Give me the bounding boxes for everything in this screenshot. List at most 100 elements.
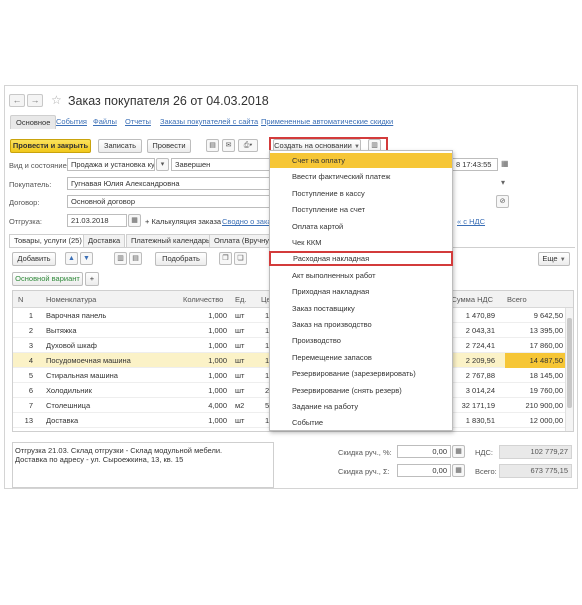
vat-total-value: 102 779,27: [499, 445, 572, 459]
menu-item[interactable]: Чек ККМ: [270, 235, 452, 250]
main-variant-button[interactable]: Основной вариант: [12, 272, 83, 286]
buyer-field[interactable]: Гугнавая Юлия Александровна: [67, 177, 271, 190]
fill-icon[interactable]: ▤: [129, 252, 142, 265]
cell-name: Холодильник: [46, 386, 92, 395]
calculator-icon[interactable]: ▦: [452, 445, 465, 458]
back-button[interactable]: ←: [9, 94, 25, 107]
barcode-icon[interactable]: ▥: [114, 252, 127, 265]
cell-total: 12 000,00: [529, 416, 563, 425]
print-preview-icon[interactable]: ▤: [206, 139, 219, 152]
post-button[interactable]: Провести: [147, 139, 191, 153]
tab-main[interactable]: Основное: [10, 115, 57, 129]
cell-n: 1: [28, 311, 33, 320]
menu-item[interactable]: Поступление в кассу: [270, 186, 452, 201]
menu-item[interactable]: Расходная накладная: [269, 251, 453, 267]
vat-total-label: НДС:: [475, 448, 493, 457]
buyer-label: Покупатель:: [9, 180, 52, 189]
cell-vat: 2 724,41: [465, 341, 495, 350]
cell-vat: 1 830,51: [465, 416, 495, 425]
table-scrollbar[interactable]: [565, 308, 573, 431]
add-variant-button[interactable]: +: [85, 272, 99, 286]
menu-item[interactable]: Заказ на производство: [270, 317, 452, 332]
contract-field[interactable]: Основной договор: [67, 195, 271, 208]
cell-qty: 1,000: [208, 416, 227, 425]
link-reports[interactable]: Отчеты: [125, 117, 151, 126]
tab-payment-calendar[interactable]: Платежный календарь: [126, 234, 215, 247]
menu-item[interactable]: Резервирование (зарезервировать): [270, 366, 452, 381]
document-title: Заказ покупателя 26 от 04.03.2018: [68, 94, 269, 108]
cell-vat: 2 767,88: [465, 371, 495, 380]
shipping-date-field[interactable]: 21.03.2018: [67, 214, 127, 227]
save-button[interactable]: Записать: [98, 139, 142, 153]
scrollbar-thumb[interactable]: [567, 318, 572, 408]
arrow-down-icon[interactable]: ▼: [80, 252, 93, 265]
print-icon[interactable]: ⎙▾: [238, 139, 258, 152]
more-label: Еще: [542, 254, 558, 263]
cell-vat: 32 171,19: [461, 401, 495, 410]
cell-qty: 1,000: [208, 311, 227, 320]
link-icon[interactable]: ⊘: [496, 195, 509, 208]
arrow-right-icon: →: [30, 95, 40, 105]
menu-item[interactable]: Резервирование (снять резерв): [270, 383, 452, 398]
tab-delivery[interactable]: Доставка: [83, 234, 126, 247]
link-events[interactable]: События: [56, 117, 87, 126]
calendar-icon[interactable]: ▦: [128, 214, 141, 227]
comment-field[interactable]: Отгрузка 21.03. Склад отгрузки - Склад м…: [12, 442, 274, 488]
chevron-down-icon[interactable]: ▾: [501, 178, 505, 187]
paste-icon[interactable]: ❏: [234, 252, 247, 265]
cell-unit: шт: [235, 311, 245, 320]
menu-item[interactable]: Заказ поставщику: [270, 301, 452, 316]
copy-icon[interactable]: ❐: [219, 252, 232, 265]
mail-icon[interactable]: ✉: [222, 139, 235, 152]
cell-qty: 1,000: [208, 341, 227, 350]
add-button[interactable]: Добавить: [12, 252, 56, 266]
forward-button[interactable]: →: [27, 94, 43, 107]
menu-item[interactable]: Акт выполненных работ: [270, 268, 452, 283]
datetime-field[interactable]: 8 17:43:55: [453, 158, 498, 171]
summary-link[interactable]: Сводно о заказ: [222, 217, 275, 226]
cell-total: 210 900,00: [525, 401, 563, 410]
cell-name: Доставка: [46, 416, 79, 425]
cell-unit: шт: [235, 356, 245, 365]
menu-item[interactable]: Производство: [270, 333, 452, 348]
grand-total-value: 673 775,15: [499, 464, 572, 478]
cell-n: 7: [28, 401, 33, 410]
cell-name: Посудомоечная машина: [46, 356, 131, 365]
menu-item[interactable]: Приходная накладная: [270, 284, 452, 299]
state-field[interactable]: Завершен: [171, 158, 271, 171]
cell-unit: м2: [235, 401, 245, 410]
kind-field[interactable]: Продажа и установка кух: [67, 158, 155, 171]
cell-total: 13 395,00: [529, 326, 563, 335]
more-button[interactable]: Еще ▼: [538, 252, 570, 266]
menu-item[interactable]: Перемещение запасов: [270, 350, 452, 365]
calendar-icon[interactable]: ▦: [501, 159, 509, 168]
link-files[interactable]: Файлы: [93, 117, 117, 126]
vat-link[interactable]: « с НДС: [457, 217, 485, 226]
menu-item[interactable]: Событие: [270, 415, 452, 430]
discount-pct-field[interactable]: 0,00: [397, 445, 451, 458]
chevron-down-icon: ▼: [559, 257, 566, 263]
tab-goods[interactable]: Товары, услуги (25): [9, 234, 87, 247]
menu-item[interactable]: Оплата картой: [270, 219, 452, 234]
cell-n: 4: [28, 356, 33, 365]
menu-item[interactable]: Ввести фактический платеж: [270, 169, 452, 184]
link-site-orders[interactable]: Заказы покупателей с сайта: [160, 117, 258, 126]
select-button[interactable]: Подобрать: [155, 252, 207, 266]
calculator-icon[interactable]: ▦: [452, 464, 465, 477]
post-and-close-button[interactable]: Провести и закрыть: [10, 139, 91, 153]
menu-item[interactable]: Задание на работу: [270, 399, 452, 414]
menu-item[interactable]: Поступление на счет: [270, 202, 452, 217]
cell-name: Стиральная машина: [46, 371, 118, 380]
favorite-star-icon[interactable]: ☆: [51, 93, 62, 107]
menu-item[interactable]: Счет на оплату: [270, 153, 452, 168]
arrow-up-icon[interactable]: ▲: [65, 252, 78, 265]
discount-sum-field[interactable]: 0,00: [397, 464, 451, 477]
chevron-down-icon[interactable]: ▾: [156, 158, 169, 171]
cell-name: Варочная панель: [46, 311, 107, 320]
col-total: Всего: [507, 295, 527, 304]
cell-total: 17 860,00: [529, 341, 563, 350]
calculation-link[interactable]: + Калькуляция заказа: [145, 217, 221, 226]
link-auto-discounts[interactable]: Примененные автоматические скидки: [261, 117, 393, 126]
cell-total: 14 487,50: [529, 356, 563, 365]
col-n: N: [18, 295, 24, 304]
